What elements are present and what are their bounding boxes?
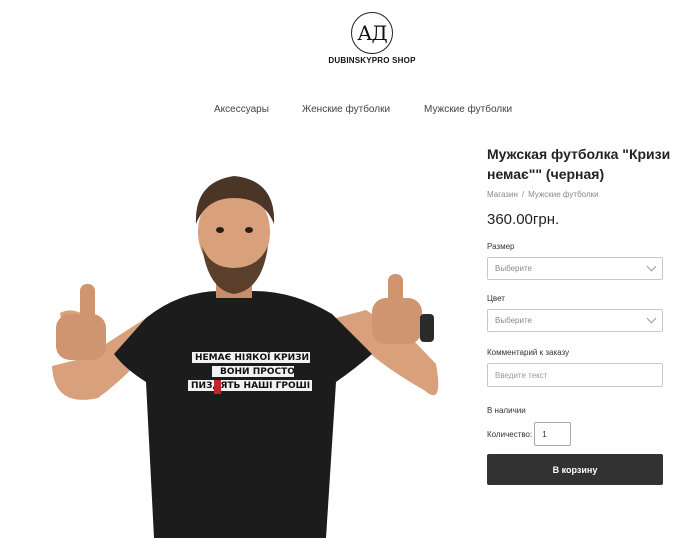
left-thumbs-up	[56, 284, 106, 360]
left-eye	[216, 227, 224, 233]
nav-item-womens-tshirts[interactable]: Женские футболки	[302, 104, 390, 115]
logo-mark: АД	[351, 12, 393, 54]
shirt-print-line-1: НЕМАЄ НІЯКОЇ КРИЗИ	[195, 352, 309, 363]
breadcrumb-category[interactable]: Мужские футболки	[528, 190, 598, 199]
black-tshirt	[114, 290, 372, 538]
nav-item-mens-tshirts[interactable]: Мужские футболки	[424, 104, 512, 115]
product-title: Мужская футболка "Кризи немає"" (черная)	[487, 144, 671, 184]
size-select[interactable]: Выберите	[487, 257, 663, 280]
comment-input[interactable]: Введите текст	[487, 363, 663, 387]
breadcrumb-separator: /	[521, 190, 525, 199]
logo-name: DUBINSKYPRO SHOP	[328, 56, 416, 65]
breadcrumb-shop[interactable]: Магазин	[487, 190, 518, 199]
chevron-down-icon	[646, 261, 657, 272]
chevron-down-icon	[646, 313, 657, 324]
shirt-print-line-2: ВОНИ ПРОСТО	[220, 367, 295, 377]
site-logo[interactable]: АД DUBINSKYPRO SHOP	[316, 12, 428, 65]
shirt-print-line-3: ПИЗДЯТЬ НАШІ ГРОШІ	[191, 381, 310, 391]
product-info: Мужская футболка "Кризи немає"" (черная)…	[487, 144, 671, 485]
product-photo[interactable]: НЕМАЄ НІЯКОЇ КРИЗИ ВОНИ ПРОСТО ПИЗДЯТЬ Н…	[36, 168, 456, 538]
comment-input-placeholder: Введите текст	[495, 370, 548, 380]
add-to-cart-button[interactable]: В корзину	[487, 454, 663, 485]
breadcrumb: Магазин / Мужские футболки	[487, 190, 667, 199]
color-label: Цвет	[487, 294, 505, 303]
right-thumbs-up	[372, 274, 434, 344]
size-label: Размер	[487, 242, 515, 251]
color-select[interactable]: Выберите	[487, 309, 663, 332]
product-price: 360.00грн.	[487, 211, 560, 228]
right-eye	[245, 227, 253, 233]
watch	[420, 314, 434, 342]
stock-status: В наличии	[487, 406, 526, 415]
color-select-value: Выберите	[495, 316, 532, 325]
size-select-value: Выберите	[495, 264, 532, 273]
product-title-line-1: Мужская футболка "Кризи	[487, 146, 671, 162]
comment-label: Комментарий к заказу	[487, 348, 570, 357]
nav-item-accessories[interactable]: Аксессуары	[214, 104, 269, 115]
product-image: НЕМАЄ НІЯКОЇ КРИЗИ ВОНИ ПРОСТО ПИЗДЯТЬ Н…	[52, 176, 439, 538]
quantity-label: Количество:	[487, 429, 533, 439]
quantity-input[interactable]: 1	[534, 422, 572, 446]
product-title-line-2: немає"" (черная)	[487, 166, 605, 182]
quantity-row: Количество: 1	[487, 422, 667, 446]
